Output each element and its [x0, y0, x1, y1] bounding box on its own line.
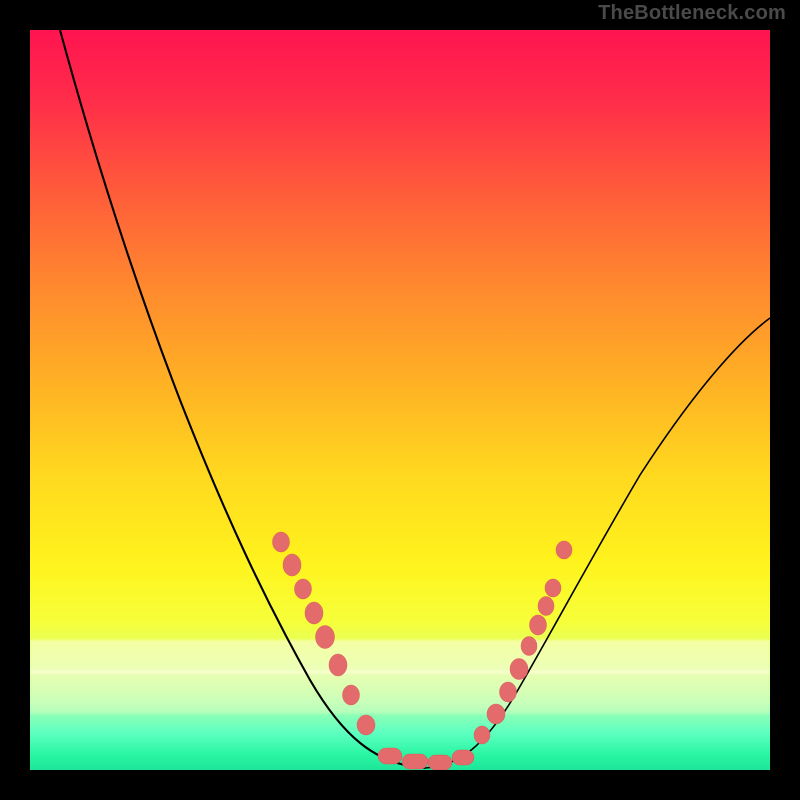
bottleneck-curve-left	[60, 30, 425, 768]
marker-dot	[556, 541, 572, 559]
marker-dot	[474, 726, 490, 744]
marker-dot	[316, 626, 335, 649]
marker-group-bottom	[378, 748, 474, 770]
marker-dot	[343, 685, 360, 705]
marker-group-right	[474, 541, 572, 744]
marker-dot	[510, 659, 528, 680]
marker-dot	[545, 579, 561, 597]
marker-dot	[402, 754, 428, 769]
marker-dot	[329, 654, 347, 676]
plot-area	[30, 30, 770, 770]
marker-dot	[283, 554, 301, 576]
marker-dot	[428, 755, 452, 770]
watermark-text: TheBottleneck.com	[598, 2, 786, 25]
marker-dot	[452, 750, 474, 765]
marker-group-left	[273, 532, 376, 735]
marker-dot	[295, 579, 312, 599]
marker-dot	[305, 602, 323, 624]
bottleneck-curve-svg	[30, 30, 770, 770]
marker-dot	[530, 615, 547, 635]
marker-dot	[487, 704, 505, 724]
marker-dot	[500, 682, 517, 702]
marker-dot	[538, 597, 554, 616]
bottleneck-curve-right	[425, 318, 770, 768]
marker-dot	[273, 532, 290, 552]
marker-dot	[357, 715, 375, 735]
chart-frame: TheBottleneck.com	[0, 0, 800, 800]
marker-dot	[521, 637, 537, 656]
marker-dot	[378, 748, 402, 764]
